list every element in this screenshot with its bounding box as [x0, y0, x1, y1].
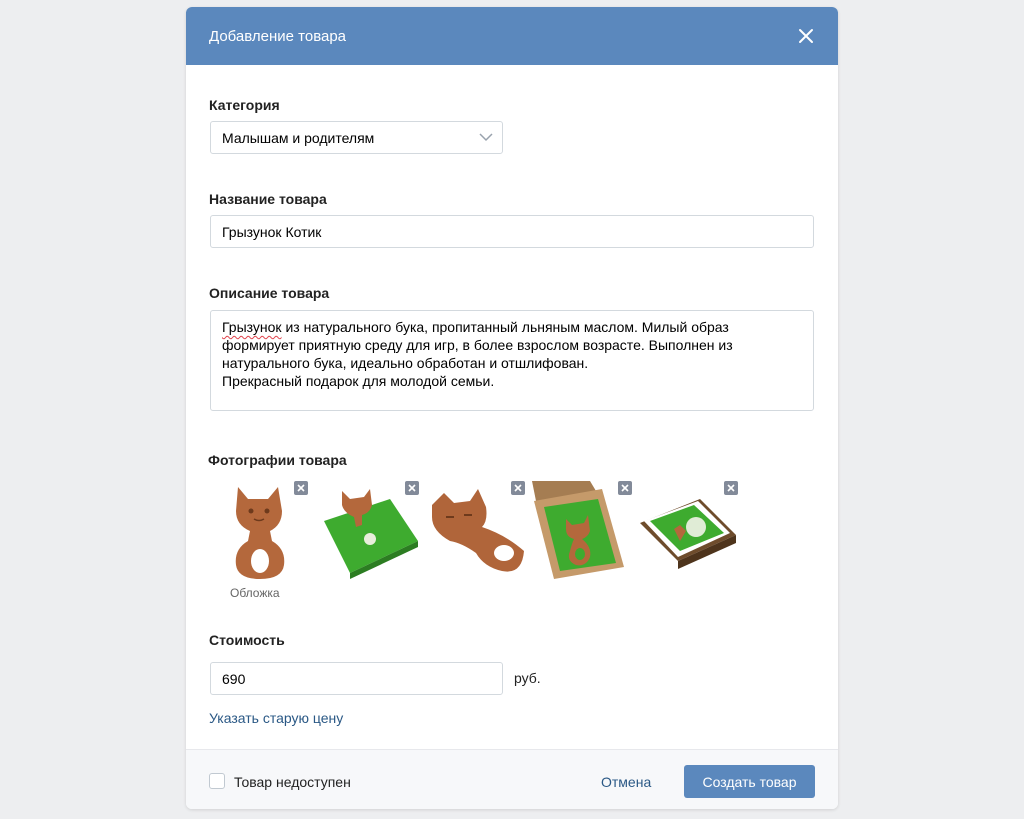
description-line: формирует приятную среду для игр, в боле… — [222, 337, 733, 353]
description-textarea[interactable]: Грызунок из натурального бука, пропитанн… — [210, 310, 814, 411]
unavailable-label[interactable]: Товар недоступен — [234, 774, 351, 790]
price-value: 690 — [222, 670, 246, 687]
category-value: Малышам и родителям — [222, 129, 375, 146]
modal-title: Добавление товара — [209, 27, 347, 45]
description-line: Прекрасный подарок для молодой семьи. — [222, 373, 495, 389]
currency-label: руб. — [514, 670, 541, 686]
packaging-box-image — [638, 481, 738, 581]
create-product-button[interactable]: Создать товар — [684, 765, 815, 798]
description-line: Грызунок из натурального бука, пропитанн… — [222, 319, 729, 335]
category-label: Категория — [209, 97, 280, 113]
close-icon — [727, 484, 735, 492]
product-name-value: Грызунок Котик — [222, 223, 322, 240]
product-name-label: Название товара — [209, 191, 327, 207]
cat-teether-image — [216, 481, 316, 581]
remove-photo-5-button[interactable] — [724, 481, 738, 495]
cat-teether-angle-image — [426, 481, 526, 581]
add-product-modal: Добавление товара Категория Малышам и ро… — [186, 7, 838, 809]
category-select[interactable]: Малышам и родителям — [210, 121, 503, 154]
cancel-button[interactable]: Отмена — [601, 774, 651, 790]
photos-label: Фотографии товара — [208, 452, 347, 468]
photo-packaging-box[interactable] — [638, 481, 738, 581]
price-input[interactable]: 690 — [210, 662, 503, 695]
close-icon — [408, 484, 416, 492]
unavailable-checkbox[interactable] — [209, 773, 225, 789]
photo-teether-on-green-box[interactable] — [320, 481, 420, 581]
photo-cat-teether[interactable] — [216, 481, 316, 581]
description-line: натурального бука, идеально обработан и … — [222, 355, 589, 371]
price-label: Стоимость — [209, 632, 285, 648]
remove-photo-4-button[interactable] — [618, 481, 632, 495]
remove-photo-1-button[interactable] — [294, 481, 308, 495]
close-icon — [621, 484, 629, 492]
description-label: Описание товара — [209, 285, 330, 301]
cover-label: Обложка — [230, 586, 280, 600]
close-icon — [514, 484, 522, 492]
photo-teether-in-box[interactable] — [532, 481, 632, 581]
chevron-down-icon — [479, 133, 493, 142]
modal-footer: Товар недоступен Отмена Создать товар — [186, 749, 838, 809]
misspelled-word: Грызунок — [222, 319, 282, 335]
product-name-input[interactable]: Грызунок Котик — [210, 215, 814, 248]
remove-photo-2-button[interactable] — [405, 481, 419, 495]
old-price-link[interactable]: Указать старую цену — [209, 710, 343, 726]
close-icon — [297, 484, 305, 492]
modal-header: Добавление товара — [186, 7, 838, 65]
photo-cat-teether-angle[interactable] — [426, 481, 526, 581]
teether-in-box-image — [532, 481, 632, 581]
close-icon[interactable] — [796, 26, 816, 46]
remove-photo-3-button[interactable] — [511, 481, 525, 495]
teether-on-green-box-image — [320, 481, 420, 581]
